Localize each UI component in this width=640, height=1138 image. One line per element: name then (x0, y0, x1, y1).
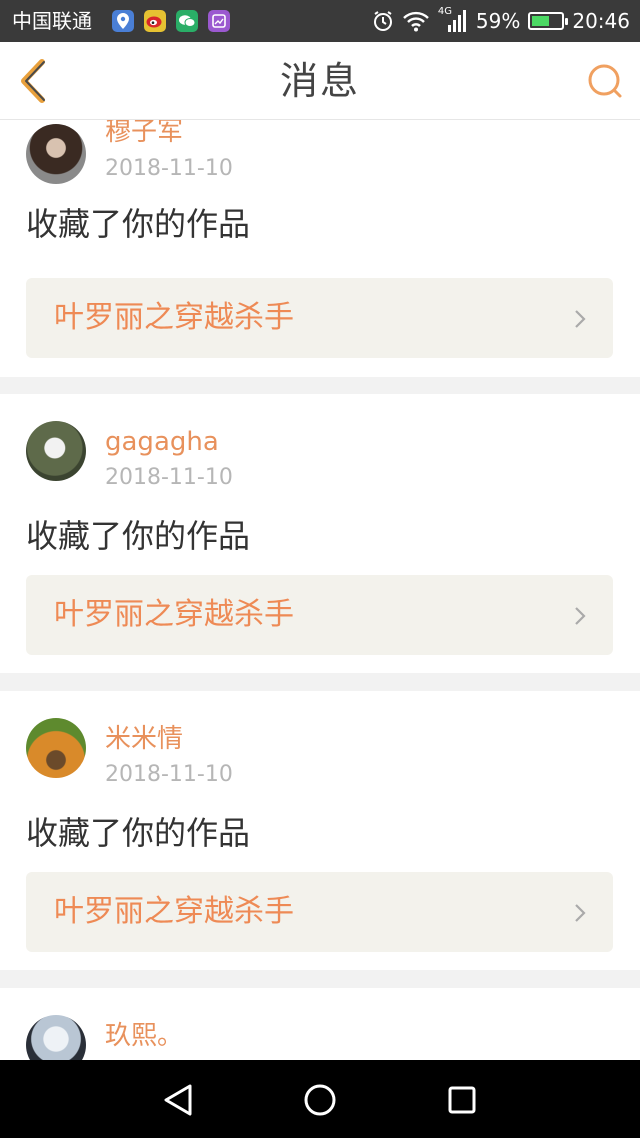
weibo-icon (144, 10, 166, 32)
chevron-right-icon (575, 607, 586, 625)
system-home-button[interactable] (300, 1080, 340, 1120)
work-link[interactable]: 叶罗丽之穿越杀手 (26, 278, 613, 358)
search-button[interactable] (586, 62, 624, 100)
gallery-app-icon (208, 10, 230, 32)
battery-icon (528, 12, 569, 30)
username[interactable]: 穆子军 (105, 120, 183, 148)
message-card: 穆子军 2018-11-10 收藏了你的作品 叶罗丽之穿越杀手 (0, 120, 640, 377)
username[interactable]: gagagha (105, 426, 219, 458)
work-link[interactable]: 叶罗丽之穿越杀手 (26, 575, 613, 655)
work-title: 叶罗丽之穿越杀手 (54, 300, 294, 335)
username[interactable]: 玖熙。 (105, 1020, 183, 1052)
avatar[interactable] (26, 124, 86, 184)
work-title: 叶罗丽之穿越杀手 (54, 597, 294, 632)
work-link[interactable]: 叶罗丽之穿越杀手 (26, 872, 613, 952)
wifi-icon (403, 11, 429, 32)
header-bar: 消息 (0, 42, 640, 120)
work-title: 叶罗丽之穿越杀手 (54, 894, 294, 929)
wechat-icon (176, 10, 198, 32)
chevron-right-icon (575, 904, 586, 922)
system-navigation-bar (0, 1060, 640, 1138)
notification-icons (112, 10, 230, 32)
status-bar: 中国联通 4G 59% 20:46 (0, 0, 640, 42)
alarm-icon (373, 11, 392, 31)
circle-home-icon (304, 1084, 336, 1116)
message-list[interactable]: 穆子军 2018-11-10 收藏了你的作品 叶罗丽之穿越杀手 gagagha … (0, 120, 640, 1060)
message-text: 收藏了你的作品 (26, 814, 251, 852)
page-title: 消息 (279, 59, 360, 103)
triangle-back-icon (164, 1084, 192, 1116)
message-date: 2018-11-10 (105, 465, 233, 490)
message-text: 收藏了你的作品 (26, 205, 251, 243)
message-card: gagagha 2018-11-10 收藏了你的作品 叶罗丽之穿越杀手 (0, 394, 640, 673)
battery-percent: 59% (475, 9, 521, 33)
message-text: 收藏了你的作品 (26, 517, 251, 555)
avatar[interactable] (26, 421, 86, 481)
system-recents-button[interactable] (442, 1080, 482, 1120)
battery-level (532, 16, 549, 26)
carrier-name: 中国联通 (12, 9, 92, 33)
location-app-icon (112, 10, 134, 32)
square-recents-icon (448, 1086, 476, 1114)
message-date: 2018-11-10 (105, 762, 233, 787)
status-right: 4G 59% 20:46 (372, 6, 630, 34)
username[interactable]: 米米情 (105, 723, 183, 755)
avatar[interactable] (26, 718, 86, 778)
system-back-button[interactable] (158, 1080, 198, 1120)
chevron-right-icon (575, 310, 586, 328)
message-card: 玖熙。 (0, 988, 640, 1060)
message-card: 米米情 2018-11-10 收藏了你的作品 叶罗丽之穿越杀手 (0, 691, 640, 970)
avatar[interactable] (26, 1015, 86, 1060)
message-date: 2018-11-10 (105, 156, 233, 181)
clock: 20:46 (572, 9, 630, 33)
search-icon (588, 64, 622, 98)
cell-signal-icon: 4G (438, 6, 468, 33)
